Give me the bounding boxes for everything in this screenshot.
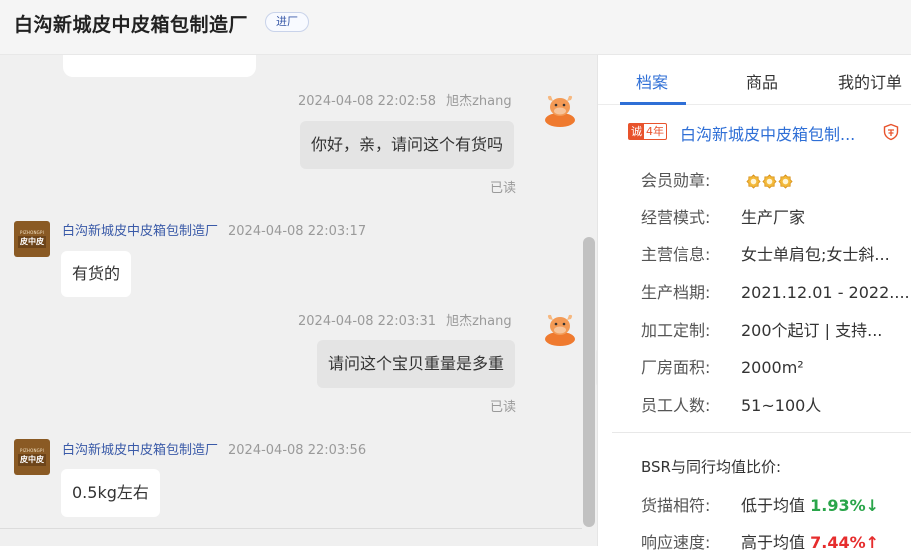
panel-tabs: 档案 商品 我的订单 (598, 55, 911, 105)
read-status: 已读 (490, 181, 517, 196)
read-status: 已读 (490, 400, 517, 415)
chat-header: 白沟新城皮中皮箱包制造厂 进厂 (0, 0, 911, 55)
info-row-business-mode: 经营模式: 生产厂家 (641, 208, 806, 227)
message-sender: 白沟新城皮中皮箱包制造厂 (62, 224, 219, 239)
user-avatar-icon[interactable] (542, 310, 578, 346)
message-time: 2024-04-08 22:03:17 (228, 224, 367, 239)
active-tab-indicator (620, 102, 686, 105)
message-time: 2024-04-08 22:03:56 (228, 443, 367, 458)
visit-factory-tag[interactable]: 进厂 (265, 12, 309, 32)
previous-message-bubble (63, 55, 256, 77)
bsr-row-response-speed: 响应速度: 高于均值 7.44%↑ (641, 533, 880, 552)
bsr-percent-up: 7.44%↑ (810, 533, 880, 552)
tab-my-orders[interactable]: 我的订单 (838, 69, 902, 93)
info-row-medals: 会员勋章: (641, 167, 793, 191)
chat-input-divider (0, 528, 582, 529)
shop-avatar[interactable]: PIZHONGPI 皮中皮 (14, 221, 50, 257)
user-avatar-icon[interactable] (542, 91, 578, 127)
message-meta: 白沟新城皮中皮箱包制造厂 2024-04-08 22:03:56 (62, 439, 366, 458)
message-meta: 白沟新城皮中皮箱包制造厂 2024-04-08 22:03:17 (62, 220, 366, 239)
message-meta: 2024-04-08 22:03:31 旭杰zhang (298, 310, 512, 329)
medal-icon (778, 174, 793, 189)
message-sender: 旭杰zhang (446, 94, 512, 109)
message-sender: 旭杰zhang (446, 314, 512, 329)
medal-icon (762, 174, 777, 189)
info-row-customization: 加工定制: 200个起订 | 支持... (641, 321, 883, 340)
bsr-percent-down: 1.93%↓ (810, 496, 880, 515)
shop-name-row: 诚 4年 白沟新城皮中皮箱包制... (628, 121, 908, 145)
info-row-employees: 员工人数: 51~100人 (641, 396, 822, 415)
medal-icon (746, 174, 761, 189)
tab-products[interactable]: 商品 (746, 69, 778, 93)
message-time: 2024-04-08 22:02:58 (298, 94, 437, 109)
trust-years-badge: 诚 4年 (628, 123, 667, 140)
shop-name-link[interactable]: 白沟新城皮中皮箱包制... (680, 121, 855, 145)
shield-icon[interactable] (882, 123, 900, 141)
tab-profile[interactable]: 档案 (636, 69, 668, 93)
message-meta: 2024-04-08 22:02:58 旭杰zhang (298, 90, 512, 109)
message-sender: 白沟新城皮中皮箱包制造厂 (62, 443, 219, 458)
medals (746, 174, 793, 189)
shop-avatar[interactable]: PIZHONGPI 皮中皮 (14, 439, 50, 475)
message-bubble[interactable]: 0.5kg左右 (61, 469, 160, 517)
page-title: 白沟新城皮中皮箱包制造厂 (14, 14, 249, 36)
message-time: 2024-04-08 22:03:31 (298, 314, 437, 329)
chat-messages-area[interactable]: 2024-04-08 22:02:58 旭杰zhang 你好，亲，请问这个有货吗 … (0, 55, 597, 546)
message-bubble[interactable]: 你好，亲，请问这个有货吗 (300, 121, 515, 169)
info-row-production-schedule: 生产档期: 2021.12.01 - 2022.... (641, 283, 910, 302)
section-divider (612, 432, 911, 433)
bsr-title: BSR与同行均值比价: (641, 458, 782, 476)
info-row-factory-area: 厂房面积: 2000m² (641, 358, 804, 377)
message-bubble[interactable]: 有货的 (61, 251, 132, 297)
bsr-row-description-match: 货描相符: 低于均值 1.93%↓ (641, 496, 880, 515)
chat-scrollbar-thumb[interactable] (583, 237, 595, 527)
message-bubble[interactable]: 请问这个宝贝重量是多重 (317, 340, 516, 388)
shop-info-panel: 档案 商品 我的订单 诚 4年 白沟新城皮中皮箱包制... 会员勋章: 经营模式:… (597, 55, 911, 552)
info-row-main-products: 主营信息: 女士单肩包;女士斜... (641, 245, 890, 264)
